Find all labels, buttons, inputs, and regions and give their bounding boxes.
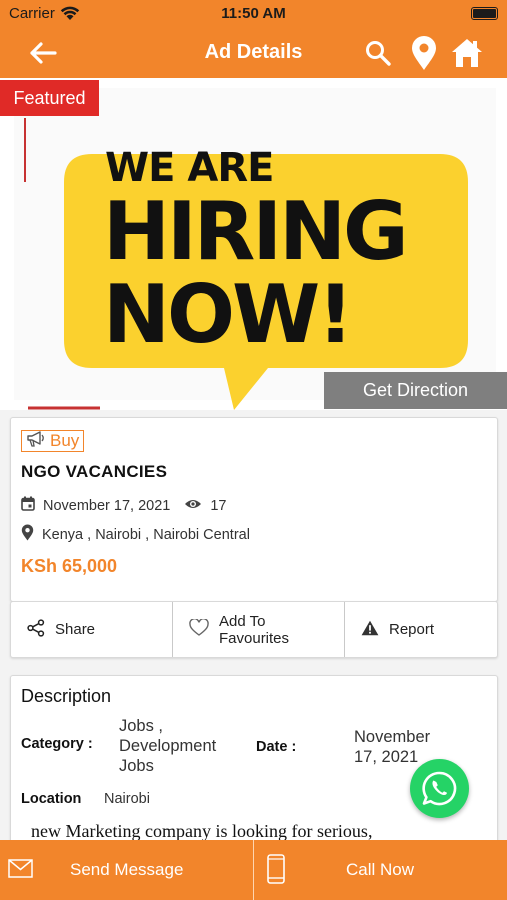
- category-value-line2: Development: [119, 737, 217, 755]
- ad-price: KSh 65,000: [21, 556, 118, 576]
- ad-views: 17: [210, 497, 227, 514]
- ad-date: November 17, 2021: [43, 497, 171, 514]
- battery-icon: [471, 7, 498, 20]
- nav-bar: Ad Details: [0, 28, 507, 78]
- ad-title: NGO VACANCIES: [21, 462, 168, 481]
- ad-type-badge: Buy: [21, 430, 85, 452]
- heart-icon: [189, 618, 209, 640]
- status-bar: Carrier 11:50 AM: [0, 0, 507, 28]
- call-now-button[interactable]: Call Now: [253, 840, 507, 900]
- share-icon: [27, 618, 45, 641]
- ad-type-label: Buy: [50, 431, 80, 450]
- call-now-label: Call Now: [346, 860, 415, 879]
- date-value-line2: 17, 2021: [354, 748, 419, 766]
- ad-image[interactable]: WE ARE HIRING NOW!: [0, 78, 507, 410]
- search-icon[interactable]: [364, 39, 392, 67]
- calendar-icon: [21, 496, 43, 515]
- share-button[interactable]: Share: [11, 602, 173, 657]
- favourites-label-line2: Favourites: [219, 629, 290, 647]
- home-icon[interactable]: [450, 37, 484, 69]
- ad-location: Kenya , Nairobi , Nairobi Central: [42, 526, 250, 543]
- date-value: November 17, 2021: [354, 727, 474, 767]
- bottom-action-bar: Send Message Call Now: [0, 840, 507, 900]
- favourites-label-line1: Add To: [219, 612, 266, 630]
- get-direction-button[interactable]: Get Direction: [324, 372, 507, 409]
- featured-badge: Featured: [0, 80, 99, 116]
- eye-icon: [184, 498, 210, 514]
- whatsapp-button[interactable]: [410, 759, 469, 818]
- clock: 11:50 AM: [221, 5, 286, 22]
- poster-line-2: HIRING: [103, 185, 409, 278]
- report-label: Report: [389, 621, 435, 638]
- send-message-label: Send Message: [70, 860, 184, 879]
- megaphone-icon: [26, 430, 46, 452]
- ad-location-row: Kenya , Nairobi , Nairobi Central: [21, 524, 250, 545]
- location-pin-icon: [21, 524, 42, 545]
- phone-icon: [267, 854, 285, 889]
- envelope-icon: [8, 859, 33, 883]
- whatsapp-icon: [422, 771, 457, 806]
- location-value: Nairobi: [104, 791, 150, 807]
- category-value-line3: Jobs: [119, 757, 154, 771]
- favourites-label: Add To Favourites: [219, 613, 289, 647]
- date-value-line1: November: [354, 728, 431, 746]
- share-label: Share: [55, 621, 96, 638]
- date-label: Date :: [256, 739, 297, 755]
- category-value: Jobs , Development Jobs: [119, 716, 239, 771]
- ad-info-card: Buy NGO VACANCIES November 17, 2021 17 K…: [10, 417, 498, 602]
- category-label: Category :: [21, 736, 93, 752]
- ad-date-row: November 17, 2021 17: [21, 496, 227, 515]
- add-to-favourites-button[interactable]: Add To Favourites: [173, 602, 345, 657]
- location-label: Location: [21, 791, 82, 807]
- category-value-line1: Jobs ,: [119, 717, 164, 735]
- poster-line-3: NOW!: [103, 268, 354, 361]
- report-button[interactable]: Report: [345, 602, 497, 657]
- description-body: new Marketing company is looking for ser…: [31, 821, 373, 841]
- map-pin-icon[interactable]: [409, 35, 439, 71]
- warning-icon: [361, 620, 379, 640]
- action-bar: Share Add To Favourites Report: [10, 601, 498, 658]
- description-heading: Description: [21, 686, 112, 706]
- send-message-button[interactable]: Send Message: [0, 840, 253, 900]
